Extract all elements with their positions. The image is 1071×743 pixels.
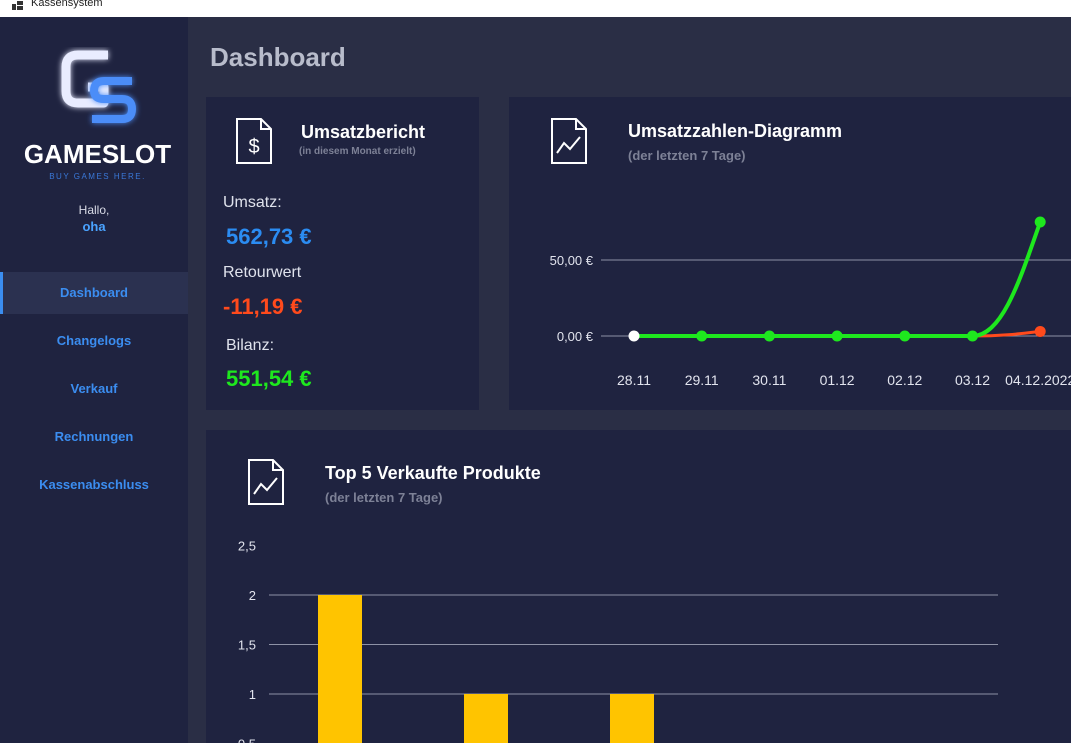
- greeting: Hallo,: [78, 203, 110, 217]
- y-tick-label: 1,5: [238, 638, 256, 653]
- bar: [464, 694, 508, 743]
- gameslot-logo: GAMESLOT BUY GAMES HERE.: [20, 47, 175, 187]
- sidebar-item-rechnungen[interactable]: Rechnungen: [0, 416, 188, 458]
- data-point: [1034, 216, 1046, 228]
- x-tick-label: 03.12: [955, 372, 990, 388]
- data-point: [1034, 325, 1046, 337]
- umsatz-chart-card: Umsatzzahlen-Diagramm (der letzten 7 Tag…: [509, 97, 1071, 410]
- logo-gs-icon: [61, 50, 136, 123]
- sidebar: GAMESLOT BUY GAMES HERE. Hallo, oha Dash…: [0, 17, 188, 743]
- x-tick-label: 02.12: [887, 372, 922, 388]
- top5-card: Top 5 Verkaufte Produkte (der letzten 7 …: [206, 430, 1071, 743]
- data-point: [967, 330, 978, 342]
- sidebar-item-changelogs[interactable]: Changelogs: [0, 320, 188, 362]
- umsatzbericht-subtitle: (in diesem Monat erzielt): [299, 146, 416, 157]
- logo-tagline: BUY GAMES HERE.: [49, 172, 146, 181]
- window-title: Kassensystem: [31, 0, 103, 9]
- retourwert-label: Retourwert: [223, 264, 302, 281]
- top5-bar-chart: 2,5 2 1,5 1 0,5: [238, 539, 998, 743]
- x-tick-label: 28.11: [617, 372, 651, 388]
- window-titlebar: Kassensystem: [0, 0, 1071, 17]
- y-tick-label: 0,5: [238, 737, 256, 743]
- data-point: [831, 330, 843, 342]
- data-point: [628, 330, 640, 342]
- umsatz-line-chart: 0,00 € 50,00 € 28.11 29.11 30.11 01.12 02.12 03…: [550, 216, 1071, 388]
- y-tick-label: 1: [249, 687, 256, 702]
- bar: [610, 694, 654, 743]
- logo-brand-text: GAMESLOT: [23, 139, 172, 169]
- umsatz-value: 562,73 €: [226, 224, 312, 249]
- y-tick-label: 50,00 €: [550, 253, 594, 268]
- umsatzbericht-card: $ Umsatzbericht (in diesem Monat erzielt…: [206, 97, 479, 410]
- page-title: Dashboard: [210, 42, 346, 72]
- data-point: [696, 330, 708, 342]
- bilanz-label: Bilanz:: [226, 337, 275, 354]
- username: oha: [82, 219, 106, 234]
- y-tick-label: 2: [249, 588, 256, 603]
- sidebar-item-verkauf[interactable]: Verkauf: [0, 368, 188, 410]
- umsatzbericht-title: Umsatzbericht: [301, 122, 426, 142]
- data-point: [899, 330, 911, 342]
- sidebar-item-dashboard[interactable]: Dashboard: [0, 272, 188, 314]
- app-icon: [12, 1, 23, 10]
- x-tick-label: 01.12: [820, 372, 855, 388]
- retourwert-value: -11,19 €: [223, 294, 303, 319]
- dollar-document-icon: $: [236, 118, 272, 164]
- sidebar-nav: Dashboard Changelogs Verkauf Rechnungen …: [0, 272, 188, 512]
- y-tick-label: 0,00 €: [557, 329, 594, 344]
- sidebar-item-kassenabschluss[interactable]: Kassenabschluss: [0, 464, 188, 506]
- bilanz-value: 551,54 €: [226, 366, 312, 391]
- y-tick-label: 2,5: [238, 539, 256, 554]
- bar: [318, 595, 362, 743]
- x-tick-label: 04.12.2022: [1005, 372, 1071, 388]
- x-tick-label: 29.11: [685, 372, 719, 388]
- data-point: [763, 330, 775, 342]
- series-line: [634, 221, 1043, 338]
- x-tick-label: 30.11: [752, 372, 786, 388]
- umsatz-label: Umsatz:: [223, 194, 282, 211]
- svg-text:$: $: [248, 136, 259, 158]
